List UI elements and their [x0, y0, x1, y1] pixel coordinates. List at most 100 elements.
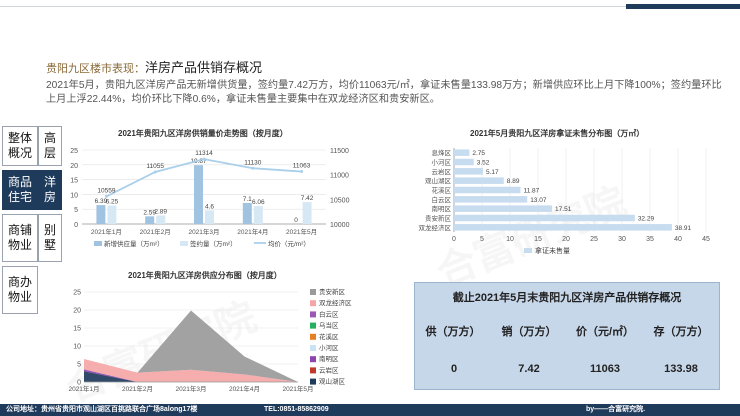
x-tick-label: 2021年5月 [286, 227, 317, 236]
x-tick: 30 [618, 236, 626, 243]
legend-label: 云岩区 [319, 365, 339, 374]
legend-swatch [310, 300, 316, 307]
summary-value-price: 11063 [590, 363, 620, 375]
y-right-tick: 10500 [330, 197, 350, 204]
x-tick-label: 2021年4月 [229, 384, 260, 393]
y-tick-label: 双龙经济区 [419, 223, 452, 232]
legend-swatch [310, 345, 316, 351]
bar-value-label: 2.75 [472, 150, 485, 157]
x-tick-label: 2021年1月 [68, 384, 99, 393]
legend-swatch-supply [94, 241, 102, 246]
supply-sales-price-chart: 0510152025100001050011000115006.396.2520… [70, 148, 350, 248]
bar-unsold [454, 149, 470, 156]
footer-tel: TEL:0851-85862909 [264, 406, 329, 413]
x-tick: 45 [702, 236, 710, 243]
legend-swatch [310, 333, 316, 340]
legend-label: 乌当区 [319, 321, 339, 330]
bar-value-label: 5.17 [486, 169, 499, 176]
section-label: 贵阳九区楼市表现： [46, 63, 145, 75]
footer-by: by——合富研究院. [586, 406, 646, 413]
bar-value-label: 32.29 [638, 216, 655, 223]
x-tick: 40 [674, 236, 682, 243]
point-price [153, 170, 157, 174]
bar-value-label: 8.89 [507, 178, 520, 185]
point-price [104, 194, 108, 198]
summary-header-sales: 销（万方） [501, 326, 557, 338]
bar-sign [253, 206, 263, 224]
unsold-distribution-chart: 0 5 10 15 20 25 30 35 40 45 息烽区 2.75 小河区 3.52 云岩区 5.17 观… [419, 148, 710, 255]
point-price [202, 157, 206, 161]
bar-supply [96, 205, 106, 224]
bar-unsold [454, 177, 504, 184]
summary-table-title: 截止2021年5月末贵阳九区洋房产品供销存概况 [452, 292, 682, 304]
y-tick-label: 花溪区 [432, 186, 452, 195]
x-tick-label: 2021年2月 [122, 384, 153, 393]
legend-label: 贵安新区 [319, 287, 346, 296]
label-sign: 2.89 [154, 208, 167, 215]
legend-swatch [524, 248, 532, 253]
x-tick-label: 2021年2月 [140, 227, 171, 236]
header-accent-bar [626, 4, 740, 9]
y-left-tick: 5 [74, 207, 78, 214]
legend-swatch-sign [180, 241, 188, 246]
x-tick-label: 2021年3月 [188, 227, 219, 236]
label-price: 11314 [195, 150, 213, 157]
legend-supply: 新增供应量（万m²） [104, 239, 164, 248]
legend-swatch [310, 322, 316, 329]
x-tick: 20 [562, 236, 570, 243]
legend-sign: 签约量（万m²） [190, 239, 237, 248]
y-right-tick: 11500 [330, 148, 349, 155]
x-tick: 0 [452, 236, 456, 243]
bar-supply [145, 216, 155, 224]
summary-header-price: 价（元/㎡） [575, 326, 635, 338]
y-left-tick: 20 [70, 163, 78, 170]
bar-supply [242, 202, 252, 224]
nav-office[interactable]: 商办 物业 [2, 266, 38, 314]
bar-unsold [454, 168, 483, 175]
chart2-title: 2021年5月贵阳九区洋房拿证未售分布图（万㎡） [470, 129, 645, 138]
bar-sign [205, 210, 214, 224]
label-supply: 7.1 [243, 196, 252, 203]
x-tick: 35 [646, 236, 654, 243]
bar-value-label: 3.52 [477, 160, 490, 167]
bar-supply [194, 165, 203, 224]
x-tick-label: 2021年4月 [237, 227, 268, 236]
summary-value-stock: 133.98 [664, 363, 698, 375]
label-sign: 6.06 [252, 199, 265, 206]
label-price: 10559 [97, 187, 115, 194]
footer-address: 公司地址：贵州省贵阳市观山湖区百挑路联合广场8along17楼 [6, 406, 198, 413]
bar-unsold [454, 186, 521, 194]
y-tick: 10 [73, 344, 81, 351]
y-tick-label: 白云区 [432, 195, 452, 204]
label-supply: 0 [294, 217, 298, 224]
y-tick: 20 [73, 308, 81, 315]
y-left-tick: 25 [70, 148, 78, 155]
chart1-title: 2021年贵阳九区洋房供销量价走势图（按月度） [118, 129, 288, 138]
y-right-tick: 11000 [330, 173, 349, 180]
y-tick: 15 [73, 326, 81, 333]
legend-swatch [310, 378, 316, 385]
bar-unsold [454, 205, 553, 212]
label-price: 11055 [146, 163, 164, 170]
nav-overview[interactable]: 整体 概况 [2, 126, 38, 166]
x-tick-label: 2021年3月 [175, 384, 206, 393]
y-left-tick: 15 [70, 178, 78, 185]
footer-bar: 公司地址：贵州省贵阳市观山湖区百挑路联合广场8along17楼 TEL:0851… [0, 404, 740, 416]
legend-label: 南明区 [319, 354, 339, 363]
y-tick: 5 [77, 362, 81, 369]
y-tick-label: 南明区 [432, 204, 452, 213]
nav-shop[interactable]: 商铺 物业 [2, 214, 38, 262]
label-sign: 7.42 [301, 195, 314, 202]
nav-residential[interactable]: 商品 住宅 [2, 170, 38, 210]
summary-value-sales: 7.42 [518, 363, 540, 375]
legend-price: 均价（元/m²） [268, 239, 310, 248]
y-tick: 25 [73, 290, 81, 297]
bar-unsold [454, 224, 672, 231]
legend-label: 双龙经济区 [319, 298, 352, 307]
bar-unsold [454, 214, 635, 222]
legend-swatch [310, 356, 316, 363]
x-tick-label: 2021年1月 [91, 227, 122, 236]
x-tick: 25 [590, 236, 598, 243]
label-sign: 4.6 [205, 203, 214, 210]
legend-swatch [310, 289, 316, 295]
